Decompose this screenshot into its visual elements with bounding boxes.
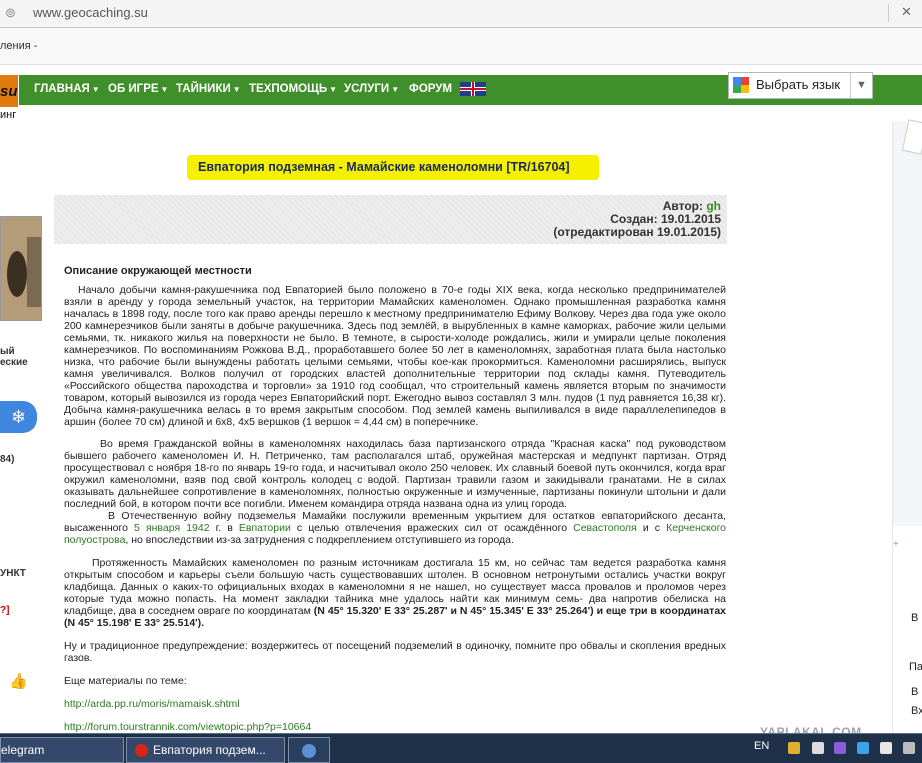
author-label: Автор: [662, 199, 703, 213]
cache-photo[interactable] [0, 216, 42, 321]
task-label: elegram [1, 743, 45, 757]
sidebar-text[interactable]: ?] [0, 605, 9, 616]
chevron-down-icon: ▼ [160, 85, 169, 94]
address-bar[interactable]: ⊚ www.geocaching.su ✕ [0, 0, 922, 28]
separator [888, 4, 889, 22]
paragraph: Во время Гражданской войны в каменоломня… [64, 438, 726, 510]
sidebar-panel [893, 121, 922, 526]
chevron-down-icon: ▼ [232, 85, 241, 94]
logo-subtitle: инг [0, 109, 17, 121]
uk-flag-icon[interactable] [460, 82, 486, 96]
google-translate-icon [733, 77, 749, 93]
logo-text: su [0, 83, 18, 100]
external-link[interactable]: http://forum.tourstrannik.com/viewtopic.… [64, 721, 726, 733]
chevron-down-icon: ▼ [329, 85, 338, 94]
url-text[interactable]: www.geocaching.su [33, 5, 148, 20]
tray-icon[interactable] [834, 742, 846, 754]
opera-icon [135, 744, 148, 758]
left-sidebar: ый еские ❄ 84) УНКТ ?] 👍 [0, 193, 54, 733]
taskbar-item-telegram[interactable]: elegram [0, 737, 124, 763]
nav-item-services[interactable]: УСЛУГИ ▼ [344, 83, 399, 95]
sidebar-text: еские [0, 357, 28, 368]
sidebar-label: Па [909, 661, 922, 673]
paragraph: Ну и традиционное предупреждение: воздер… [64, 640, 726, 664]
tray-icon[interactable] [812, 742, 824, 754]
bookmark-item[interactable]: ления - [0, 40, 37, 52]
paragraph: Еще материалы по теме: [64, 675, 187, 687]
tray-icon[interactable] [857, 742, 869, 754]
translate-widget[interactable]: Выбрать язык ▼ [728, 72, 873, 99]
bookmarks-bar: ления - [0, 28, 922, 65]
tray-icon[interactable] [903, 742, 915, 754]
translate-label: Выбрать язык [756, 77, 841, 92]
sidebar-label: Вх [911, 705, 922, 717]
date-link[interactable]: 5 января [134, 522, 180, 534]
site-logo[interactable]: su [0, 75, 18, 107]
sidebar-label: В [911, 686, 919, 698]
section-title: Описание окружающей местности [64, 265, 252, 277]
taskbar: elegram Евпатория подзем... EN [0, 733, 922, 763]
year-link[interactable]: 1942 [186, 522, 209, 534]
external-link[interactable]: http://arda.pp.ru/moris/mamaisk.shtml [64, 698, 726, 710]
paragraph: Начало добычи камня-ракушечника под Евпа… [64, 284, 726, 428]
author-link[interactable]: gh [706, 199, 721, 213]
taskbar-item-browser[interactable]: Евпатория подзем... [126, 737, 285, 763]
tray-icon[interactable] [880, 742, 892, 754]
chevron-down-icon: ▼ [391, 85, 400, 94]
page-info-icon[interactable]: ⊚ [5, 5, 16, 21]
dropdown-arrow-icon[interactable]: ▼ [850, 73, 872, 98]
tray-icon[interactable] [788, 742, 800, 754]
snowflake-icon[interactable]: ❄ [0, 401, 37, 433]
right-sidebar: + В Па В Вх [892, 119, 922, 741]
title-highlight: Евпатория подземная - Мамайские каменоло… [187, 155, 599, 180]
task-label: Евпатория подзем... [153, 743, 266, 757]
created-line: Создан: 19.01.2015 [610, 212, 721, 226]
paragraph: Протяженность Мамайских каменоломен по р… [64, 557, 727, 629]
nav-item-forum[interactable]: ФОРУМ [409, 83, 452, 95]
author-line: Автор: gh [663, 199, 721, 213]
taskbar-item-app[interactable] [288, 737, 330, 763]
cache-description: Описание окружающей местности Начало доб… [64, 265, 726, 733]
nav-item-home[interactable]: ГЛАВНАЯ ▼ [34, 83, 100, 95]
nav-item-about[interactable]: ОБ ИГРЕ ▼ [108, 83, 168, 95]
sidebar-text[interactable]: УНКТ [0, 568, 26, 579]
city-link[interactable]: Севастополя [573, 522, 637, 534]
chevron-down-icon: ▼ [91, 85, 100, 94]
app-icon [302, 743, 316, 758]
sidebar-label: В [911, 612, 919, 624]
page-title: Евпатория подземная - Мамайские каменоло… [198, 160, 570, 174]
paragraph: В Отечественную войну подземелья Мамайки… [64, 510, 727, 546]
city-link[interactable]: Евпатории [239, 522, 291, 534]
sidebar-text: 84) [0, 454, 15, 465]
nav-item-support[interactable]: ТЕХПОМОЩЬ ▼ [249, 83, 337, 95]
cache-info-box: Автор: gh Создан: 19.01.2015 (отредактир… [54, 195, 727, 244]
thumbs-up-icon[interactable]: 👍 [9, 672, 28, 690]
plus-icon[interactable]: + [893, 539, 899, 550]
close-icon[interactable]: ✕ [901, 4, 912, 20]
nav-item-caches[interactable]: ТАЙНИКИ ▼ [176, 83, 241, 95]
sidebar-text: ый [0, 346, 15, 357]
language-indicator[interactable]: EN [754, 740, 769, 752]
edited-line: (отредактирован 19.01.2015) [553, 225, 721, 239]
